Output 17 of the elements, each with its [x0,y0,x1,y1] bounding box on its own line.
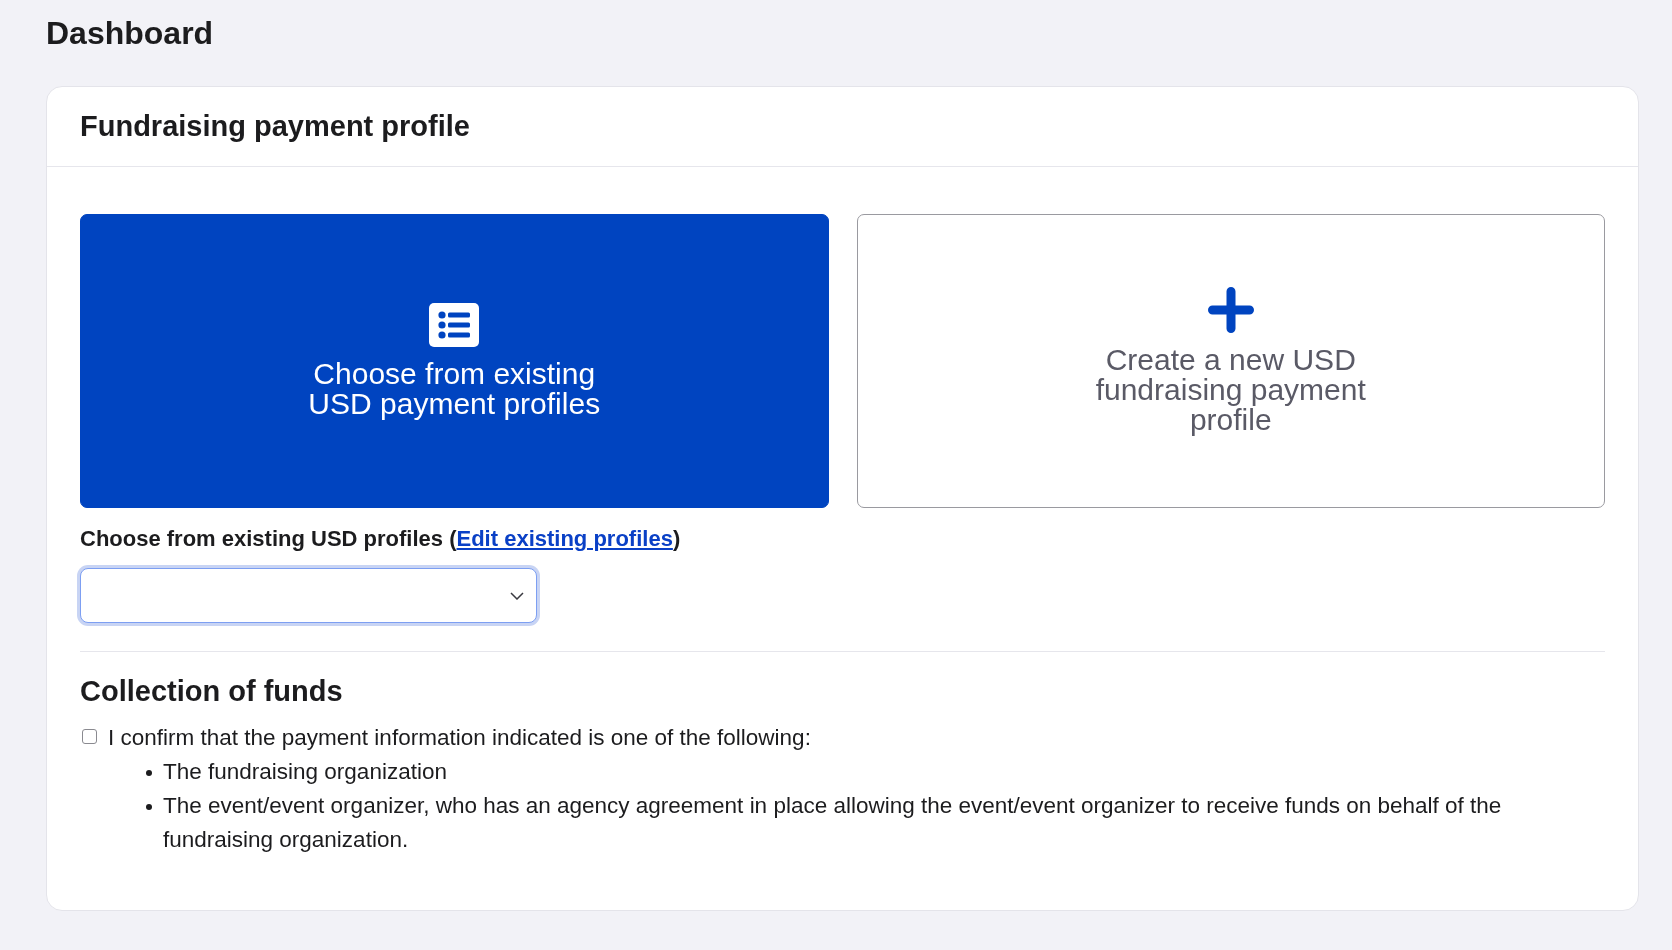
choose-profile-option[interactable]: Choose from existing USD payment profiles [80,214,829,508]
chevron-down-icon [510,591,524,600]
page-title: Dashboard [46,14,215,53]
card-title: Fundraising payment profile [80,110,470,143]
profile-select-label: Choose from existing USD profiles (Edit existing profiles) [80,525,682,553]
profile-select[interactable] [80,568,537,623]
plus-icon [1207,287,1254,333]
confirm-text: I confirm that the payment information indicated is one of the following: [108,724,811,752]
bullet-text: The fundraising organization [163,758,447,786]
bullet-text: The event/event organizer, who has an agency agreement in place allowing the event/event organizer to receive funds on behalf of the fundraising organization. [163,792,1503,854]
section-title: Collection of funds [80,674,344,708]
edit-profiles-link[interactable]: Edit existing profiles [456,526,673,551]
list-icon [429,303,480,347]
confirm-checkbox[interactable] [82,729,97,744]
bullet-icon [146,804,152,810]
create-profile-option[interactable]: Create a new USD fundraising payment profile [856,214,1605,508]
bullet-icon [146,770,152,776]
